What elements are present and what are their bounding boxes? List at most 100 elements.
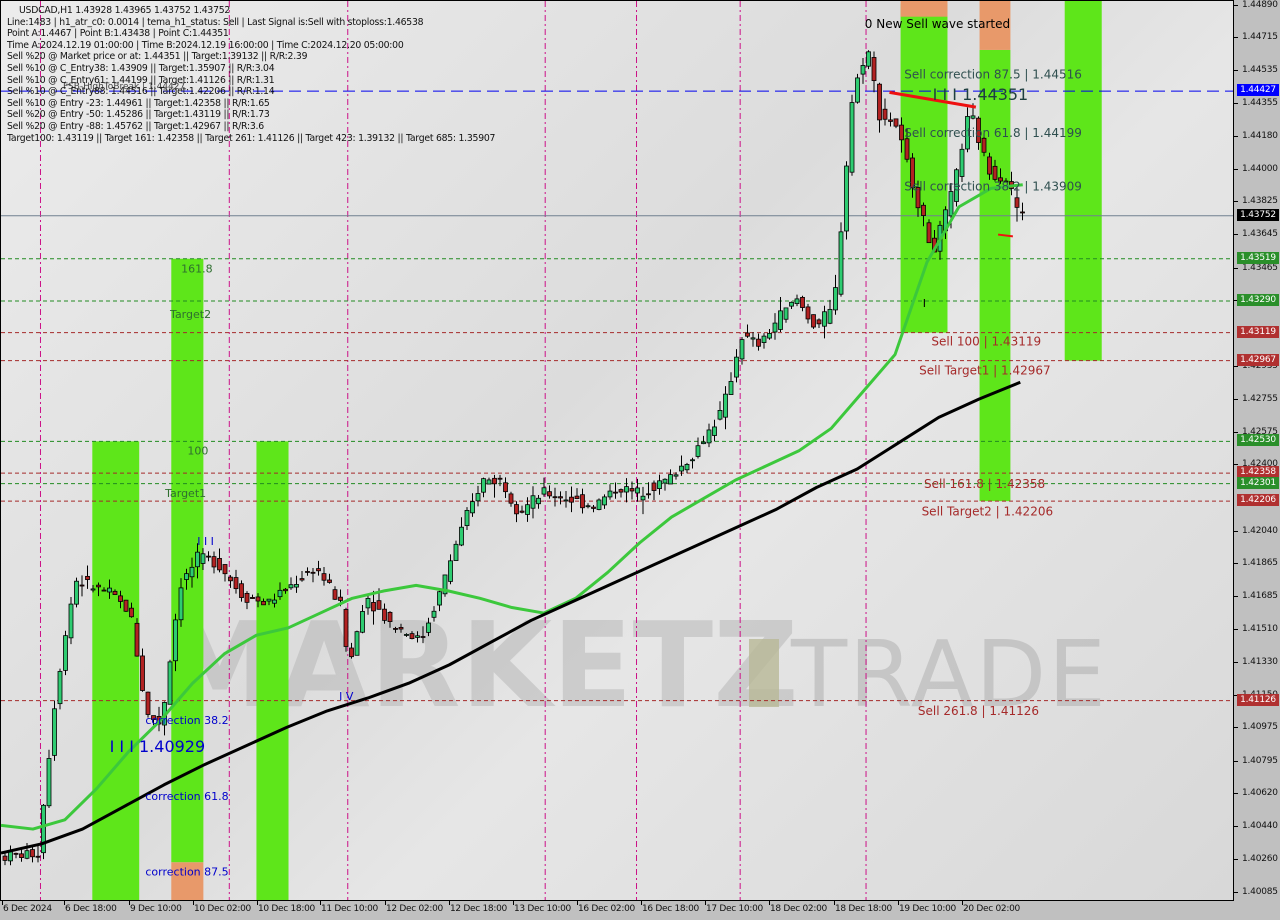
price-badge-green: 1.42530 <box>1237 434 1279 447</box>
candle-bear <box>651 482 657 491</box>
candle-bull <box>426 622 431 633</box>
symbol-line: USDCAD,H1 1.43928 1.43965 1.43752 1.4375… <box>19 5 231 16</box>
candle-bear <box>316 568 321 572</box>
candle-bear <box>79 584 85 587</box>
price-tick-mark <box>1234 596 1238 598</box>
candle-bull <box>481 478 486 493</box>
candle-bear <box>877 83 882 121</box>
time-tick-label: 19 Dec 10:00 <box>899 904 956 914</box>
candle-bear <box>816 319 822 325</box>
price-tick-mark <box>1234 103 1238 105</box>
candle-bull <box>970 115 976 119</box>
price-tick-label: 1.43465 <box>1242 262 1278 273</box>
chart-annotation: I I I <box>197 535 214 548</box>
candle-bear <box>382 608 387 621</box>
candle-bull <box>959 148 965 177</box>
candle-bear <box>85 575 90 580</box>
candle-bull <box>530 495 536 509</box>
price-tick-label: 1.44355 <box>1242 98 1278 109</box>
candle-bear <box>2 855 8 861</box>
candle-bear <box>547 491 552 497</box>
chart-annotation: 161.8 <box>181 263 213 276</box>
info-line: Sell %20 @ Entry -88: 1.45762 || Target:… <box>7 120 264 132</box>
price-tick-mark <box>1234 826 1238 828</box>
candle-bear <box>101 589 107 592</box>
candle-bull <box>415 635 420 638</box>
chart-area[interactable]: MARKETZ TRADE 0 New Sell wave started Sell … <box>0 0 1234 901</box>
candle-bear <box>1020 211 1025 214</box>
candle-bull <box>46 758 52 807</box>
candle-bull <box>277 589 283 598</box>
candle-bear <box>580 494 585 509</box>
candle-bear <box>552 496 558 499</box>
price-tick-label: 1.40795 <box>1242 755 1278 766</box>
candle-bull <box>734 356 739 378</box>
candle-bear <box>239 583 244 598</box>
orange-zone <box>900 1 948 17</box>
candle-bear <box>112 590 118 595</box>
price-tick-mark <box>1234 398 1238 400</box>
candle-bull <box>200 553 206 564</box>
price-tick-label: 1.44535 <box>1242 65 1278 76</box>
price-badge-green: 1.43290 <box>1237 294 1279 307</box>
candle-bear <box>332 589 338 600</box>
candle-bull <box>294 584 299 588</box>
price-tick-mark <box>1234 792 1238 794</box>
chart-annotation: I I I 1.40929 <box>110 737 206 756</box>
time-tick-label: 10 Dec 02:00 <box>194 904 251 914</box>
candle-bear <box>244 592 250 603</box>
candle-bull <box>844 165 849 232</box>
chart-annotation: Sell 261.8 | 1.41126 <box>918 704 1039 718</box>
price-badge-red: 1.42967 <box>1237 353 1279 366</box>
candle-bull <box>690 459 695 462</box>
candle-bear <box>800 296 805 308</box>
time-tick-label: 9 Dec 10:00 <box>130 904 182 914</box>
candle-bull <box>68 603 74 639</box>
candle-bear <box>13 852 19 855</box>
time-tick-label: 6 Dec 18:00 <box>65 904 117 914</box>
candle-bear <box>96 584 101 588</box>
candle-bear <box>250 597 255 599</box>
price-tick-mark <box>1234 530 1238 532</box>
candle-bull <box>712 426 717 436</box>
candle-bull <box>8 851 13 862</box>
price-badge-blue: 1.44427 <box>1237 84 1279 97</box>
candle-bear <box>349 647 354 658</box>
info-line: Sell %20 @ Market price or at: 1.44351 |… <box>7 51 308 63</box>
candle-bear <box>327 579 332 583</box>
candle-bull <box>728 381 734 395</box>
candle-bear <box>613 491 618 494</box>
price-tick-label: 1.44000 <box>1242 163 1278 174</box>
green-zone <box>900 3 948 333</box>
price-tick-label: 1.40085 <box>1242 886 1278 897</box>
candle-bull <box>635 487 640 494</box>
price-tick-label: 1.41685 <box>1242 591 1278 602</box>
chart-annotation: Sell Target2 | 1.42206 <box>922 505 1054 519</box>
time-tick-label: 18 Dec 02:00 <box>770 904 827 914</box>
price-tick-label: 1.41330 <box>1242 656 1278 667</box>
candle-bull <box>525 504 530 515</box>
candle-bull <box>288 584 294 589</box>
time-tick-label: 12 Dec 18:00 <box>450 904 507 914</box>
candle-bull <box>41 804 46 854</box>
candle-bull <box>354 631 360 656</box>
price-tick-label: 1.41510 <box>1242 623 1278 634</box>
chart-annotation: Sell 161.8 | 1.42358 <box>924 477 1045 491</box>
candle-bear <box>35 855 41 858</box>
candle-bear <box>591 506 596 509</box>
candle-bear <box>123 599 129 612</box>
price-axis[interactable]: 1.44890 1.44715 1.44535 1.44355 1.44180 1.440… <box>1234 0 1280 901</box>
green-zone <box>256 441 289 900</box>
info-line: Time A:2024.12.19 01:00:00 | Time B:2024… <box>7 39 404 51</box>
candle-bull <box>596 499 602 510</box>
info-line: Sell %10 @ C_Entry88: 1.44516 || Target:… <box>7 86 275 98</box>
candle-bull <box>431 610 437 618</box>
candle-bull <box>602 496 607 506</box>
candle-bull <box>189 566 195 578</box>
time-tick-label: 16 Dec 18:00 <box>642 904 699 914</box>
candle-bull <box>750 337 756 340</box>
price-tick-mark <box>1234 727 1238 729</box>
time-axis[interactable]: 6 Dec 2024 6 Dec 18:00 9 Dec 10:00 10 Dec 0… <box>0 901 1280 920</box>
price-tick-mark <box>1234 760 1238 762</box>
candle-bear <box>134 622 140 657</box>
